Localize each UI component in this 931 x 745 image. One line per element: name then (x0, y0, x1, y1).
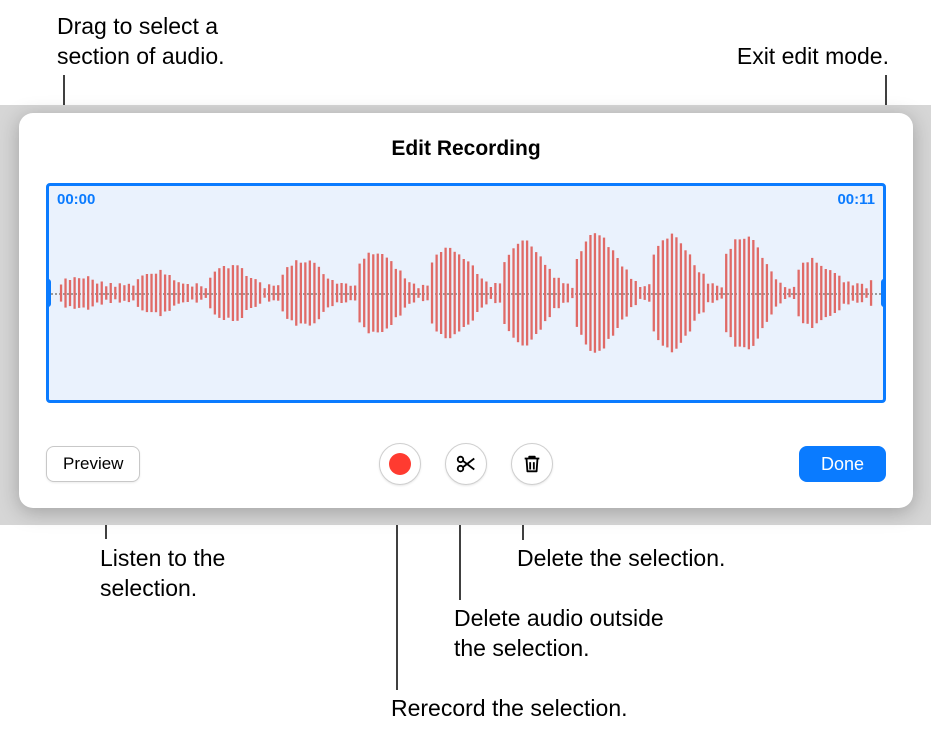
record-button[interactable] (379, 443, 421, 485)
trash-icon (521, 453, 543, 475)
selection-handle-right[interactable] (881, 279, 886, 307)
edit-recording-panel: Edit Recording 00:00 00:11 Preview (19, 113, 913, 508)
selection-handle-left[interactable] (46, 279, 51, 307)
waveform-display (57, 186, 875, 400)
waveform-selection[interactable]: 00:00 00:11 (46, 183, 886, 403)
panel-title: Edit Recording (19, 113, 913, 161)
edit-toolbar: Preview Done (46, 442, 886, 486)
preview-button[interactable]: Preview (46, 446, 140, 482)
delete-button[interactable] (511, 443, 553, 485)
center-controls (379, 443, 553, 485)
done-button[interactable]: Done (799, 446, 886, 482)
record-icon (389, 453, 411, 475)
trim-button[interactable] (445, 443, 487, 485)
scissors-icon (455, 453, 477, 475)
